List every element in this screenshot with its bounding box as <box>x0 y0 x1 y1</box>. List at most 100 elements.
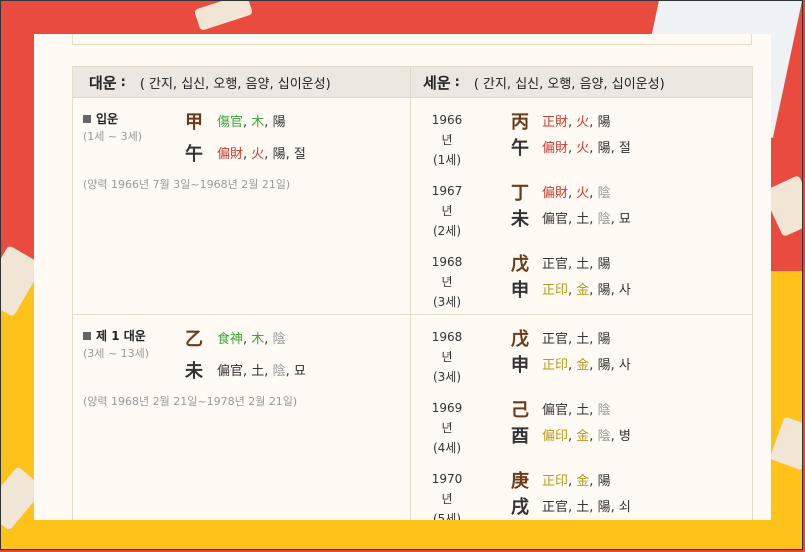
ohaeng-text: 土 <box>251 364 265 379</box>
content-panel: 대운 : ( 간지, 십신, 오행, 음양, 십이운성) 세운 : ( 간지, … <box>34 34 771 520</box>
separator: , <box>589 429 598 444</box>
branch-info: 正印, 金, 陽, 사 <box>542 354 631 373</box>
branch-info: 偏印, 金, 陰, 병 <box>542 425 631 444</box>
separator: , <box>589 332 598 347</box>
previous-box <box>72 34 752 45</box>
separator: , <box>589 403 598 418</box>
sipsin-text: 正印 <box>542 358 569 373</box>
daeun-date-range: (양력 1966년 7월 3일~1968년 2월 21일) <box>83 178 291 191</box>
ohaeng-text: 金 <box>576 474 590 489</box>
separator: , <box>589 474 598 489</box>
separator: , <box>285 364 294 379</box>
separator: , <box>610 429 619 444</box>
unseong-text: 절 <box>618 141 631 156</box>
age-text: (3세) <box>432 370 462 384</box>
ohaeng-text: 土 <box>576 332 590 347</box>
table-row: 입운 (1세 ~ 3세) 甲傷官, 木, 陽午偏財, 火, 陽, 절 (양력 1966… <box>73 98 752 315</box>
stem-info: 正印, 金, 陽 <box>542 470 611 489</box>
stem-info: 食神, 木, 陰 <box>217 328 286 347</box>
colon: : <box>120 74 126 90</box>
ohaeng-text: 火 <box>576 186 590 201</box>
branch-char: 未 <box>511 209 529 230</box>
eumyang-text: 陰 <box>272 332 286 347</box>
age-text: (2세) <box>432 224 462 238</box>
eumyang-text: 陽 <box>597 257 611 272</box>
branch-char: 午 <box>511 138 529 159</box>
daeun-seun-table: 대운 : ( 간지, 십신, 오행, 음양, 십이운성) 세운 : ( 간지, … <box>72 66 753 520</box>
branch-char: 戌 <box>511 497 529 518</box>
table-row: 제 1 대운 (3세 ~ 13세) 乙食神, 木, 陰未偏官, 土, 陰, 묘 (양력… <box>73 315 752 520</box>
stem-info: 正財, 火, 陽 <box>542 111 611 130</box>
ohaeng-text: 金 <box>576 283 590 298</box>
age-text: (4세) <box>432 441 462 455</box>
eumyang-text: 陽 <box>597 141 611 156</box>
stem-char: 己 <box>511 400 529 421</box>
unseong-text: 사 <box>618 283 631 298</box>
sipsin-text: 偏財 <box>542 186 569 201</box>
separator: , <box>589 500 598 515</box>
ohaeng-text: 火 <box>251 147 265 162</box>
daeun-cell: 제 1 대운 (3세 ~ 13세) 乙食神, 木, 陰未偏官, 土, 陰, 묘 (양력… <box>73 315 411 520</box>
sipsin-text: 偏印 <box>542 429 569 444</box>
separator: , <box>589 358 598 373</box>
sipsin-text: 偏財 <box>542 141 569 156</box>
daeun-name: 입운 <box>96 112 119 126</box>
eumyang-text: 陰 <box>597 186 611 201</box>
branch-info: 偏官, 土, 陰, 묘 <box>542 208 631 227</box>
unseong-text: 절 <box>293 147 306 162</box>
stem-info: 偏官, 土, 陰 <box>542 399 611 418</box>
eumyang-text: 陽 <box>597 358 611 373</box>
separator: , <box>589 186 598 201</box>
ohaeng-text: 金 <box>576 358 590 373</box>
seun-cell: 1968년 (3세) 戊正官, 土, 陽申正印, 金, 陽, 사 1969년 (4세) 己… <box>411 315 752 520</box>
ohaeng-text: 金 <box>576 429 590 444</box>
year-text: 1967년 <box>431 184 463 218</box>
sipsin-text: 偏官 <box>542 403 569 418</box>
sipsin-text: 食神 <box>217 332 244 347</box>
table-header: 대운 : ( 간지, 십신, 오행, 음양, 십이운성) 세운 : ( 간지, … <box>73 67 752 98</box>
separator: , <box>610 283 619 298</box>
sipsin-text: 傷官 <box>217 115 244 130</box>
seun-year: 1970년 (5세) <box>427 469 467 520</box>
separator: , <box>610 141 619 156</box>
seun-header: 세운 : ( 간지, 십신, 오행, 음양, 십이운성) <box>411 67 752 97</box>
separator: , <box>264 147 273 162</box>
sipsin-text: 偏官 <box>542 212 569 227</box>
branch-info: 偏財, 火, 陽, 절 <box>542 137 631 156</box>
seun-subtitle: ( 간지, 십신, 오행, 음양, 십이운성) <box>473 76 665 92</box>
eumyang-text: 陽 <box>272 115 286 130</box>
separator: , <box>610 212 619 227</box>
year-text: 1966년 <box>431 113 463 147</box>
unseong-text: 사 <box>618 358 631 373</box>
ohaeng-text: 土 <box>576 403 590 418</box>
seun-year: 1966년 (1세) <box>427 110 467 170</box>
daeun-title: 입운 <box>83 110 118 127</box>
separator: , <box>264 115 273 130</box>
separator: , <box>589 257 598 272</box>
stem-char: 戊 <box>511 254 529 275</box>
branch-char: 申 <box>511 355 529 376</box>
eumyang-text: 陰 <box>272 364 286 379</box>
eumyang-text: 陽 <box>597 115 611 130</box>
sipsin-text: 偏官 <box>217 364 244 379</box>
ohaeng-text: 火 <box>576 141 590 156</box>
separator: , <box>264 332 273 347</box>
daeun-title: 제 1 대운 <box>83 327 146 344</box>
daeun-age-range: (1세 ~ 3세) <box>83 130 143 143</box>
ohaeng-text: 木 <box>251 115 265 130</box>
ohaeng-text: 土 <box>576 500 590 515</box>
stem-char: 庚 <box>511 471 529 492</box>
sipsin-text: 正官 <box>542 500 569 515</box>
year-text: 1969년 <box>431 401 463 435</box>
ohaeng-text: 土 <box>576 212 590 227</box>
eumyang-text: 陽 <box>597 474 611 489</box>
eumyang-text: 陰 <box>597 403 611 418</box>
branch-info: 正官, 土, 陽, 쇠 <box>542 496 631 515</box>
separator: , <box>589 115 598 130</box>
daeun-age-range: (3세 ~ 13세) <box>83 347 150 360</box>
separator: , <box>589 212 598 227</box>
stem-char: 丙 <box>511 112 529 133</box>
year-text: 1968년 <box>431 255 463 289</box>
stem-char: 乙 <box>185 329 203 350</box>
daeun-title: 대운 <box>89 73 117 92</box>
